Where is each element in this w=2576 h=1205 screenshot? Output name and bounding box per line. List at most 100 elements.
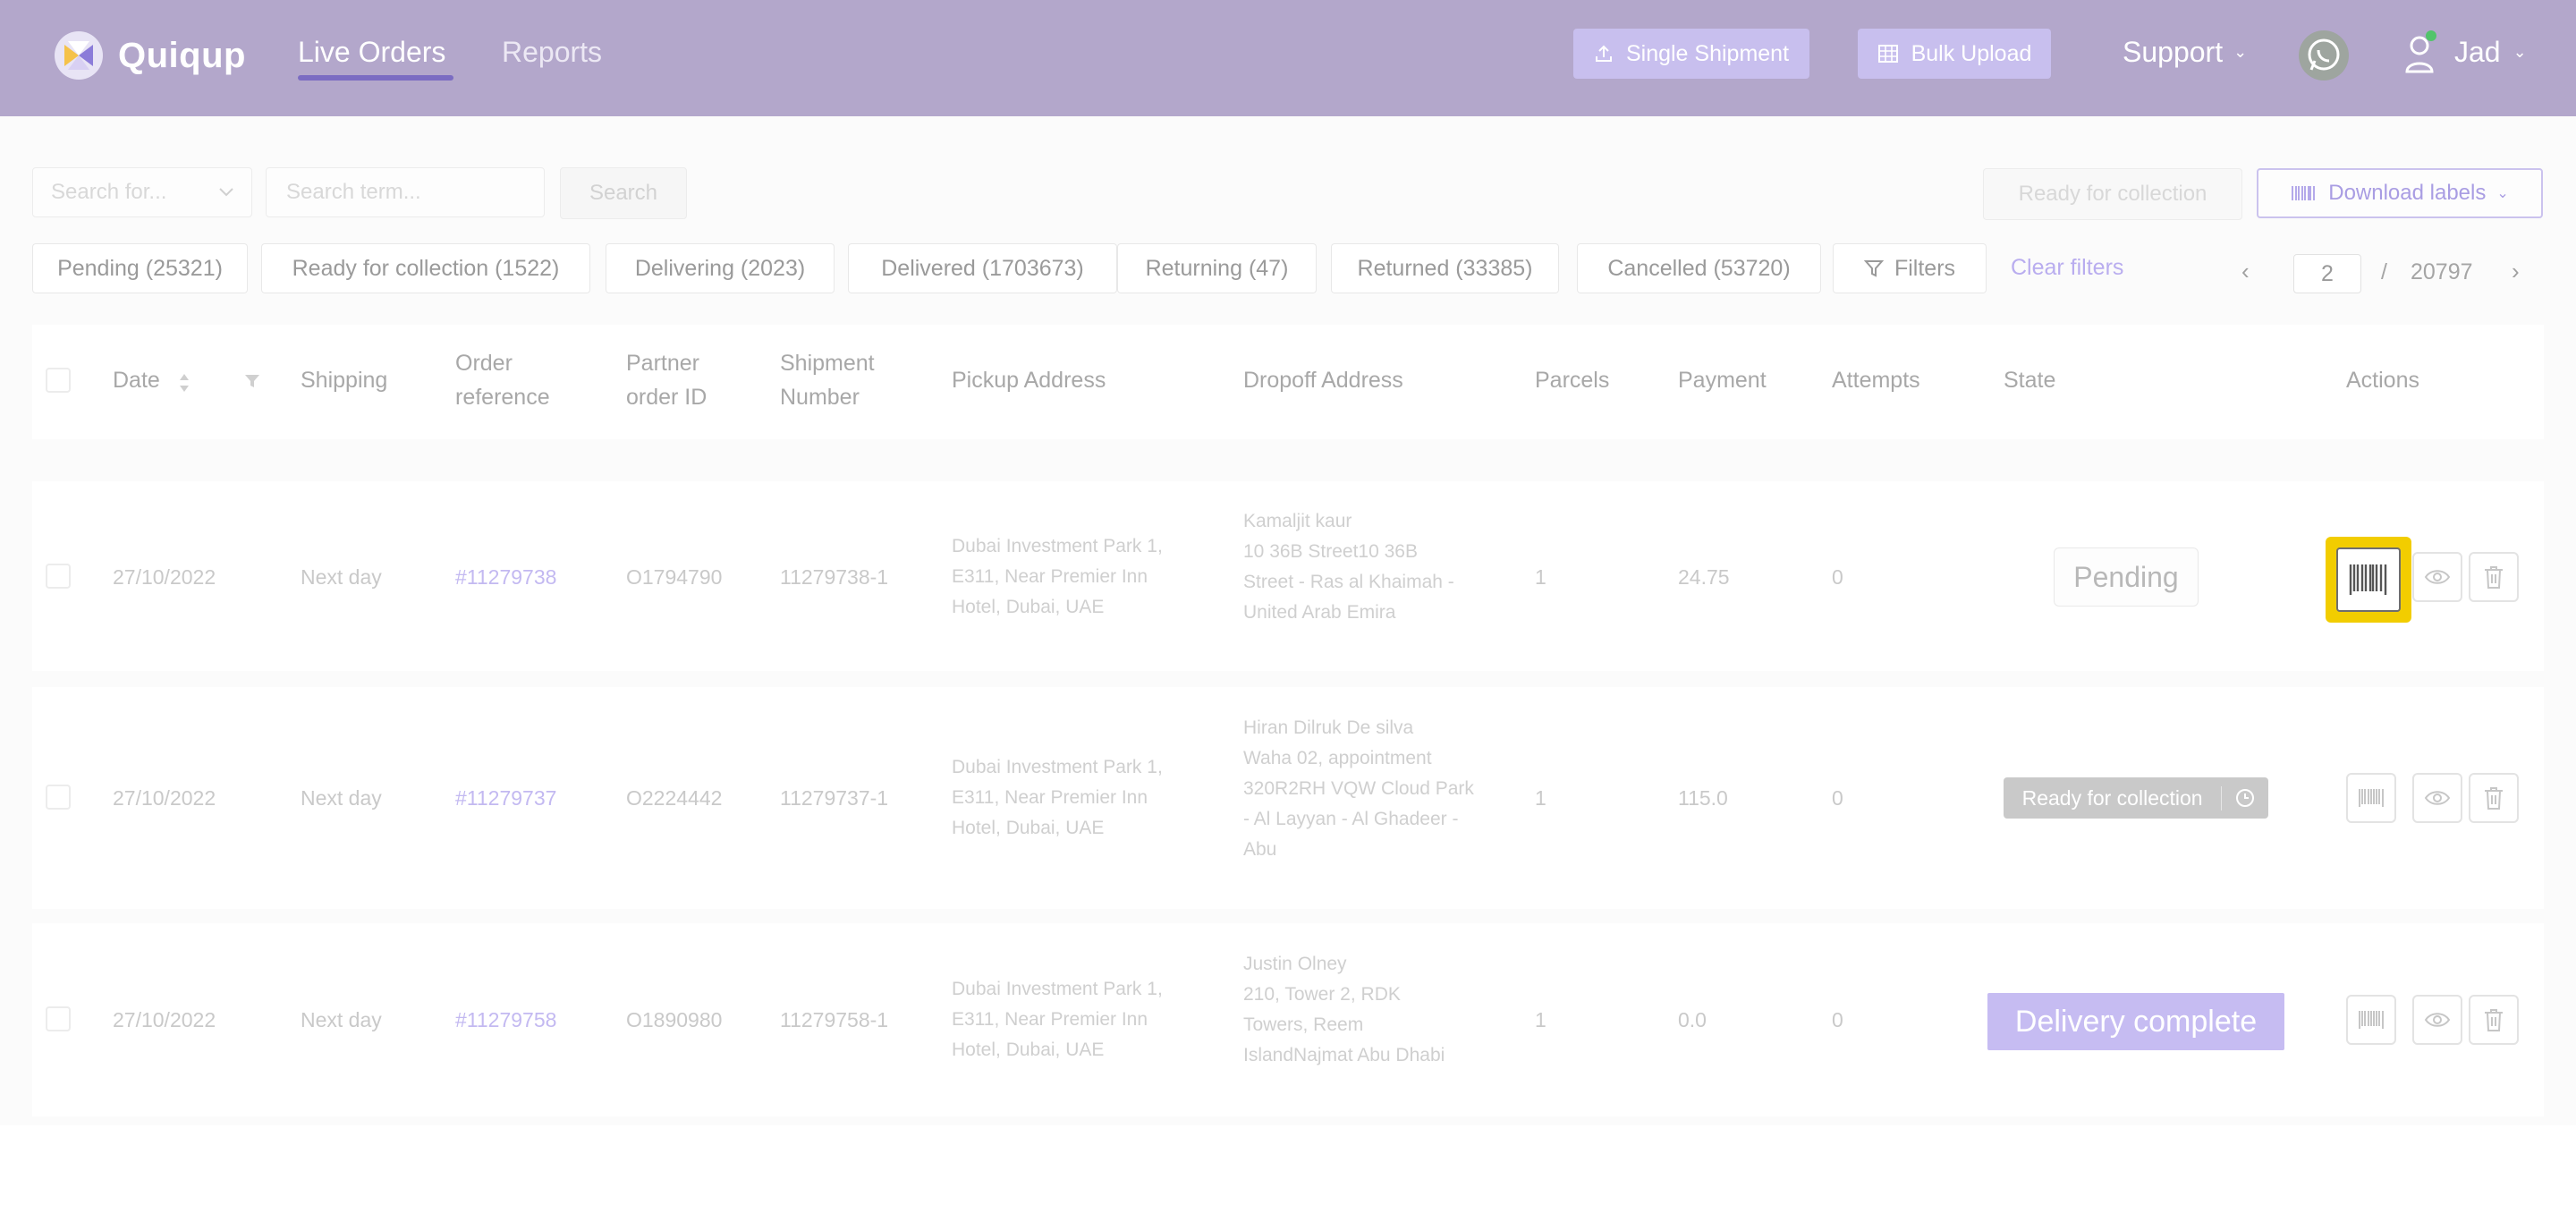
ready-for-collection-button[interactable]: Ready for collection bbox=[1983, 168, 2242, 220]
filter-icon bbox=[1863, 260, 1884, 277]
row-date: 27/10/2022 bbox=[113, 1008, 216, 1031]
pickup-line: Hotel, Dubai, UAE bbox=[952, 1040, 1105, 1060]
filters-button[interactable]: Filters bbox=[1833, 243, 1987, 293]
online-status-dot bbox=[2426, 30, 2436, 41]
state-badge-delivery-complete: Delivery complete bbox=[1987, 993, 2284, 1050]
row-parcels: 1 bbox=[1535, 565, 1546, 589]
filter-chip-returning[interactable]: Returning (47) bbox=[1117, 243, 1317, 293]
pickup-line: E311, Near Premier Inn bbox=[952, 566, 1148, 587]
sort-icon[interactable] bbox=[177, 369, 191, 396]
chevron-down-icon: ⌄ bbox=[2512, 43, 2527, 61]
barcode-icon bbox=[2359, 789, 2384, 807]
download-labels-button[interactable]: Download labels ⌄ bbox=[2257, 168, 2543, 218]
trash-icon bbox=[2485, 566, 2503, 589]
column-header-parcels: Parcels bbox=[1535, 368, 1610, 393]
column-filter-icon[interactable] bbox=[243, 371, 261, 391]
single-shipment-button[interactable]: Single Shipment bbox=[1573, 29, 1809, 79]
row-shipping: Next day bbox=[301, 786, 382, 810]
dropoff-line: Abu bbox=[1243, 839, 1277, 860]
barcode-icon bbox=[2359, 1011, 2384, 1029]
top-nav-bar: Quiqup Live Orders Reports Single Shipme… bbox=[0, 0, 2576, 116]
row-payment: 115.0 bbox=[1678, 786, 1728, 810]
pager-separator: / bbox=[2381, 259, 2387, 284]
header-shipment-line2: Number bbox=[780, 385, 860, 410]
quiqup-logo-icon bbox=[55, 31, 103, 80]
column-header-state: State bbox=[2004, 368, 2056, 393]
state-label: Ready for collection bbox=[2004, 785, 2223, 810]
filter-chip-pending[interactable]: Pending (25321) bbox=[32, 243, 248, 293]
next-page-icon[interactable]: › bbox=[2512, 258, 2520, 285]
dropoff-name: Hiran Dilruk De silva bbox=[1243, 717, 1414, 738]
dropoff-line: Towers, Reem bbox=[1243, 1014, 1364, 1035]
select-all-checkbox[interactable] bbox=[46, 368, 71, 393]
view-order-button[interactable] bbox=[2412, 773, 2462, 823]
barcode-icon bbox=[2292, 186, 2316, 200]
state-badge-ready-for-collection: Ready for collection bbox=[2004, 777, 2268, 819]
row-dropoff-address: Hiran Dilruk De silva Waha 02, appointme… bbox=[1243, 713, 1474, 865]
row-partner-order-id: O2224442 bbox=[626, 786, 723, 810]
row-shipping: Next day bbox=[301, 1008, 382, 1031]
filter-chip-cancelled[interactable]: Cancelled (53720) bbox=[1577, 243, 1821, 293]
page-number-input[interactable]: 2 bbox=[2293, 254, 2361, 293]
row-checkbox[interactable] bbox=[46, 564, 71, 589]
pickup-line: E311, Near Premier Inn bbox=[952, 1009, 1148, 1030]
dropoff-line: United Arab Emira bbox=[1243, 602, 1396, 623]
row-payment: 24.75 bbox=[1678, 565, 1730, 589]
filter-chip-delivered[interactable]: Delivered (1703673) bbox=[848, 243, 1117, 293]
dropoff-name: Justin Olney bbox=[1243, 954, 1347, 974]
barcode-icon bbox=[2349, 564, 2387, 595]
print-label-button[interactable] bbox=[2346, 773, 2396, 823]
view-order-button[interactable] bbox=[2412, 995, 2462, 1045]
whatsapp-icon[interactable] bbox=[2299, 30, 2349, 81]
row-pickup-address: Dubai Investment Park 1, E311, Near Prem… bbox=[952, 974, 1163, 1065]
state-badge-pending: Pending bbox=[2054, 547, 2199, 607]
filter-chip-ready-for-collection[interactable]: Ready for collection (1522) bbox=[261, 243, 590, 293]
table-icon bbox=[1877, 45, 1898, 63]
bulk-upload-button[interactable]: Bulk Upload bbox=[1858, 29, 2051, 79]
row-order-reference-link[interactable]: #11279737 bbox=[455, 783, 556, 813]
view-order-button[interactable] bbox=[2412, 552, 2462, 602]
search-term-input[interactable]: Search term... bbox=[266, 167, 545, 217]
nav-live-orders[interactable]: Live Orders bbox=[298, 36, 445, 69]
row-order-reference-link[interactable]: #11279758 bbox=[455, 1005, 556, 1035]
eye-icon bbox=[2424, 791, 2451, 805]
filter-chip-delivering[interactable]: Delivering (2023) bbox=[606, 243, 835, 293]
chevron-down-icon: ⌄ bbox=[2233, 43, 2248, 61]
print-label-button[interactable] bbox=[2336, 547, 2401, 612]
filter-chip-returned[interactable]: Returned (33385) bbox=[1331, 243, 1559, 293]
clock-icon[interactable] bbox=[2222, 787, 2268, 809]
single-shipment-label: Single Shipment bbox=[1625, 40, 1790, 66]
nav-reports[interactable]: Reports bbox=[502, 36, 602, 69]
trash-icon bbox=[2485, 787, 2503, 810]
column-header-date[interactable]: Date bbox=[113, 363, 160, 397]
row-checkbox[interactable] bbox=[46, 785, 71, 810]
column-header-pickup-address: Pickup Address bbox=[952, 368, 1106, 393]
dropoff-line: 320R2RH VQW Cloud Park bbox=[1243, 778, 1474, 799]
previous-page-icon[interactable]: ‹ bbox=[2241, 258, 2250, 285]
print-label-button[interactable] bbox=[2346, 995, 2396, 1045]
column-header-shipping: Shipping bbox=[301, 368, 388, 393]
column-header-order-reference: Order reference bbox=[455, 346, 550, 414]
active-tab-indicator bbox=[298, 75, 453, 81]
pickup-line: Hotel, Dubai, UAE bbox=[952, 597, 1105, 617]
dropoff-line: IslandNajmat Abu Dhabi bbox=[1243, 1045, 1445, 1065]
clear-filters-link[interactable]: Clear filters bbox=[2011, 255, 2123, 281]
search-for-select[interactable]: Search for... bbox=[32, 167, 252, 217]
row-checkbox[interactable] bbox=[46, 1006, 71, 1031]
delete-order-button[interactable] bbox=[2469, 995, 2519, 1045]
chevron-down-icon: ⌄ bbox=[2496, 186, 2509, 201]
user-menu[interactable]: Jad ⌄ bbox=[2454, 36, 2527, 69]
support-menu[interactable]: Support ⌄ bbox=[2123, 36, 2247, 69]
delete-order-button[interactable] bbox=[2469, 773, 2519, 823]
row-shipment-number: 11279737-1 bbox=[780, 786, 889, 810]
dropoff-line: 210, Tower 2, RDK bbox=[1243, 984, 1401, 1005]
search-for-placeholder: Search for... bbox=[51, 180, 167, 204]
row-order-reference-link[interactable]: #11279738 bbox=[455, 562, 556, 592]
header-order-line1: Order bbox=[455, 351, 513, 376]
quiqup-logo[interactable]: Quiqup bbox=[54, 27, 246, 84]
delete-order-button[interactable] bbox=[2469, 552, 2519, 602]
row-date: 27/10/2022 bbox=[113, 786, 216, 810]
support-label: Support bbox=[2123, 36, 2224, 68]
row-dropoff-address: Justin Olney 210, Tower 2, RDK Towers, R… bbox=[1243, 949, 1445, 1071]
search-button[interactable]: Search bbox=[560, 167, 687, 219]
